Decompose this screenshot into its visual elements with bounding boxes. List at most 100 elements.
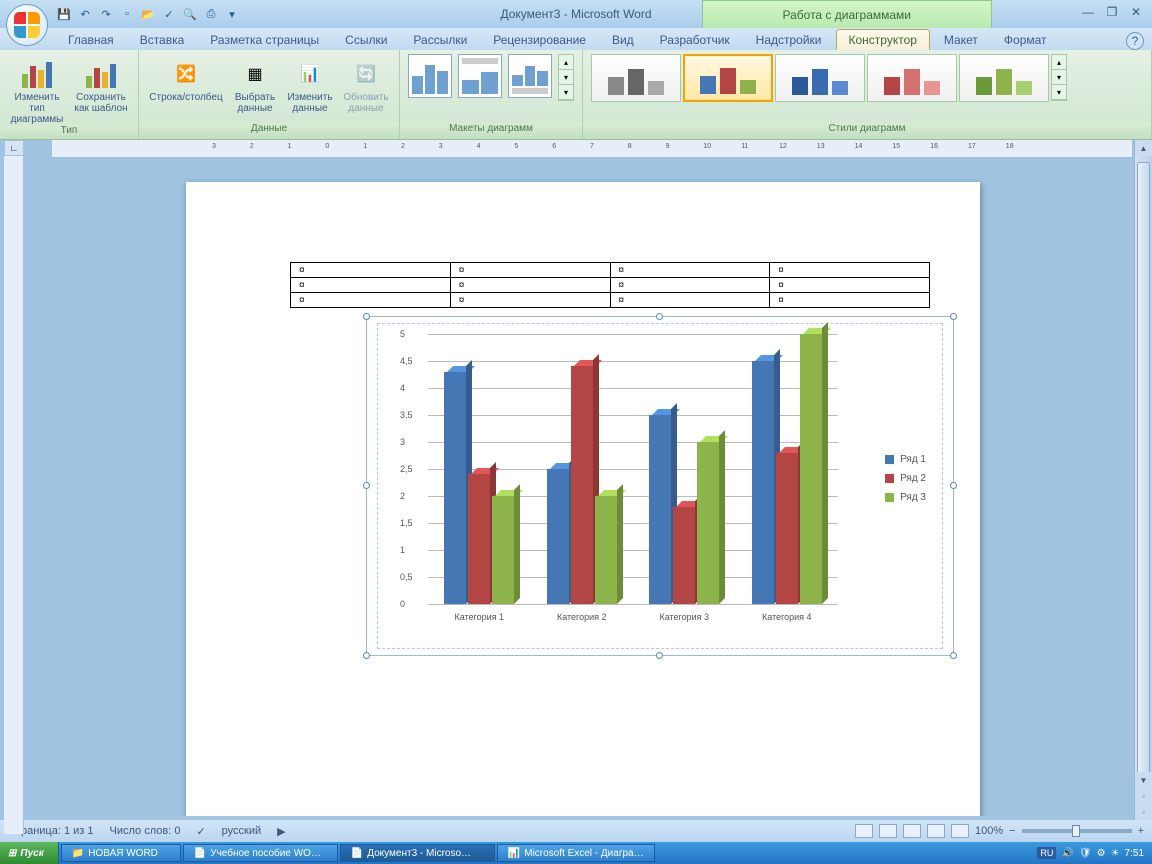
qat-dropdown-icon[interactable]: ▾ — [224, 6, 240, 22]
folder-icon: 📁 — [72, 848, 84, 859]
tab-format[interactable]: Формат — [992, 30, 1059, 50]
taskbar-item[interactable]: 📊Microsoft Excel - Диагра… — [497, 844, 655, 862]
restore-button[interactable]: ❐ — [1102, 4, 1122, 20]
zoom-in-button[interactable]: + — [1138, 825, 1144, 837]
proofing-icon[interactable]: ✓ — [196, 825, 205, 838]
word-count[interactable]: Число слов: 0 — [110, 825, 181, 837]
taskbar-item[interactable]: 📄Документ3 - Microso… — [340, 844, 495, 862]
word-table[interactable]: ¤¤¤¤ ¤¤¤¤ ¤¤¤¤ — [290, 262, 930, 308]
tab-view[interactable]: Вид — [600, 30, 646, 50]
scroll-down-button[interactable]: ▼ — [1135, 772, 1152, 788]
office-button[interactable] — [6, 4, 48, 46]
resize-handle[interactable] — [363, 652, 370, 659]
tab-references[interactable]: Ссылки — [333, 30, 399, 50]
resize-handle[interactable] — [950, 482, 957, 489]
style-thumb-2[interactable] — [683, 54, 773, 102]
tab-chart-layout[interactable]: Макет — [932, 30, 990, 50]
excel-icon: 📊 — [508, 848, 520, 859]
start-button[interactable]: ⊞Пуск — [0, 842, 59, 864]
window-title: Документ3 - Microsoft Word — [500, 7, 651, 21]
tab-mailings[interactable]: Рассылки — [401, 30, 479, 50]
edit-data-button[interactable]: 📊 Изменить данные — [285, 54, 335, 114]
style-scroll[interactable]: ▴▾▾ — [1051, 54, 1067, 101]
layout-thumb-1[interactable] — [408, 54, 452, 98]
lang-indicator[interactable]: RU — [1037, 847, 1056, 859]
page[interactable]: ¤¤¤¤ ¤¤¤¤ ¤¤¤¤ 00,511,522,533,544,55Кате… — [186, 182, 980, 816]
style-thumb-5[interactable] — [959, 54, 1049, 102]
resize-handle[interactable] — [656, 313, 663, 320]
resize-handle[interactable] — [950, 652, 957, 659]
new-icon[interactable]: ▫ — [119, 6, 135, 22]
taskbar-folder[interactable]: 📁НОВАЯ WORD — [61, 844, 181, 862]
tab-review[interactable]: Рецензирование — [481, 30, 598, 50]
system-tray: RU 🔊 🛡 ⚙ ☀ 7:51 — [1037, 847, 1152, 859]
chart-legend[interactable]: Ряд 1Ряд 2Ряд 3 — [885, 454, 926, 511]
tab-developer[interactable]: Разработчик — [648, 30, 742, 50]
grid-icon: ▦ — [231, 56, 279, 92]
view-draft[interactable] — [951, 824, 969, 838]
next-page-button[interactable]: ◦ — [1135, 804, 1152, 820]
undo-icon[interactable]: ↶ — [77, 6, 93, 22]
tab-insert[interactable]: Вставка — [128, 30, 197, 50]
tab-page-layout[interactable]: Разметка страницы — [198, 30, 331, 50]
group-chart-styles: ▴▾▾ Стили диаграмм — [583, 50, 1152, 139]
resize-handle[interactable] — [363, 482, 370, 489]
layout-scroll[interactable]: ▴▾▾ — [558, 54, 574, 101]
layout-thumb-3[interactable] — [508, 54, 552, 98]
tray-icon[interactable]: 🔊 — [1061, 848, 1073, 859]
zoom-level[interactable]: 100% — [975, 825, 1003, 837]
resize-handle[interactable] — [363, 313, 370, 320]
style-thumb-3[interactable] — [775, 54, 865, 102]
vertical-scrollbar[interactable]: ▲ ▼ ◦ ◦ — [1134, 140, 1152, 820]
prev-page-button[interactable]: ◦ — [1135, 788, 1152, 804]
style-thumb-1[interactable] — [591, 54, 681, 102]
change-chart-type-button[interactable]: Изменить тип диаграммы — [8, 54, 66, 125]
view-full-screen[interactable] — [879, 824, 897, 838]
chart-plot-area[interactable]: 00,511,522,533,544,55Категория 1Категори… — [377, 323, 943, 649]
tray-icon[interactable]: ☀ — [1111, 848, 1120, 859]
view-print-layout[interactable] — [855, 824, 873, 838]
view-outline[interactable] — [927, 824, 945, 838]
layout-thumb-2[interactable] — [458, 54, 502, 98]
tray-icon[interactable]: ⚙ — [1097, 848, 1106, 859]
ruler-horizontal[interactable]: 3210123456789101112131415161718 — [52, 140, 1132, 158]
refresh-data-button: 🔄 Обновить данные — [341, 54, 391, 114]
tray-icon[interactable]: 🛡 — [1079, 848, 1092, 859]
minimize-button[interactable]: — — [1078, 4, 1098, 20]
print-icon[interactable]: ⎙ — [203, 6, 219, 22]
open-icon[interactable]: 📂 — [140, 6, 156, 22]
status-bar: Страница: 1 из 1 Число слов: 0 ✓ русский… — [0, 820, 1152, 842]
resize-handle[interactable] — [950, 313, 957, 320]
view-web-layout[interactable] — [903, 824, 921, 838]
zoom-slider[interactable] — [1022, 829, 1132, 833]
tab-home[interactable]: Главная — [56, 30, 126, 50]
tab-design[interactable]: Конструктор — [836, 29, 930, 50]
clock[interactable]: 7:51 — [1125, 848, 1144, 859]
macro-icon[interactable]: ▶ — [277, 825, 285, 838]
language-indicator[interactable]: русский — [222, 825, 261, 837]
switch-row-col-button[interactable]: 🔀 Строка/столбец — [147, 54, 225, 103]
refresh-icon: 🔄 — [341, 56, 391, 92]
zoom-out-button[interactable]: − — [1009, 825, 1015, 837]
save-as-template-button[interactable]: Сохранить как шаблон — [72, 54, 130, 114]
tab-addins[interactable]: Надстройки — [744, 30, 834, 50]
resize-handle[interactable] — [656, 652, 663, 659]
style-thumb-4[interactable] — [867, 54, 957, 102]
preview-icon[interactable]: 🔍 — [182, 6, 198, 22]
taskbar-item[interactable]: 📄Учебное пособие WO… — [183, 844, 338, 862]
ribbon: Изменить тип диаграммы Сохранить как шаб… — [0, 50, 1152, 140]
close-button[interactable]: ✕ — [1126, 4, 1146, 20]
save-icon[interactable]: 💾 — [56, 6, 72, 22]
spellcheck-icon[interactable]: ✓ — [161, 6, 177, 22]
group-chart-layouts: ▴▾▾ Макеты диаграмм — [400, 50, 583, 139]
scroll-up-button[interactable]: ▲ — [1135, 140, 1152, 156]
select-data-button[interactable]: ▦ Выбрать данные — [231, 54, 279, 114]
chart-object[interactable]: 00,511,522,533,544,55Категория 1Категори… — [366, 316, 954, 656]
quick-access-toolbar: 💾 ↶ ↷ ▫ 📂 ✓ 🔍 ⎙ ▾ — [56, 0, 240, 28]
document-area[interactable]: ¤¤¤¤ ¤¤¤¤ ¤¤¤¤ 00,511,522,533,544,55Кате… — [26, 158, 1132, 816]
help-button[interactable]: ? — [1126, 32, 1144, 50]
ruler-vertical[interactable] — [4, 156, 24, 834]
scroll-thumb[interactable] — [1137, 162, 1150, 782]
ruler-corner[interactable]: ∟ — [4, 140, 24, 156]
redo-icon[interactable]: ↷ — [98, 6, 114, 22]
